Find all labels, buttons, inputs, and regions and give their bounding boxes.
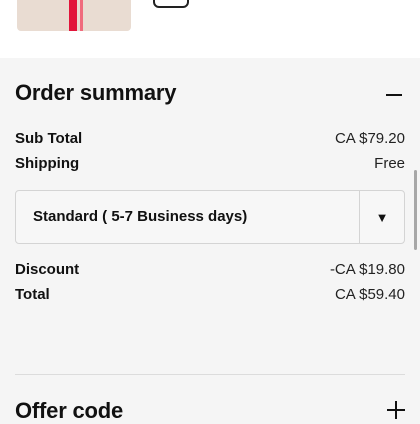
order-summary-header: Order summary: [15, 80, 406, 110]
sub-total-row: Sub Total CA $79.20: [15, 130, 405, 150]
scrollbar-thumb[interactable]: [414, 170, 417, 250]
sub-total-label: Sub Total: [15, 130, 83, 147]
total-value: CA $59.40: [334, 286, 405, 303]
shipping-row: Shipping Free: [15, 155, 405, 175]
section-divider: [15, 374, 405, 375]
plus-icon-vertical: [395, 401, 397, 419]
shipping-method-select[interactable]: Standard ( 5-7 Business days) ▼: [15, 190, 405, 244]
discount-row: Discount -CA $19.80: [15, 261, 405, 281]
minus-icon[interactable]: [384, 85, 406, 105]
discount-label: Discount: [15, 261, 80, 278]
total-label: Total: [15, 286, 50, 303]
shipping-method-selected: Standard ( 5-7 Business days): [33, 208, 248, 225]
quantity-control-icon[interactable]: [153, 0, 189, 8]
plus-icon[interactable]: [386, 400, 406, 420]
discount-value: -CA $19.80: [329, 261, 405, 278]
shipping-label: Shipping: [15, 155, 80, 172]
shipping-value: Free: [374, 155, 405, 172]
product-thumbnail[interactable]: [17, 0, 131, 31]
ribbon-highlight: [80, 0, 83, 31]
offer-code-title[interactable]: Offer code: [15, 398, 123, 424]
caret-down-icon[interactable]: ▼: [360, 191, 404, 243]
sub-total-value: CA $79.20: [334, 130, 405, 147]
minus-icon-bar: [386, 94, 402, 96]
cart-item-strip: [0, 0, 420, 58]
ribbon-graphic: [69, 0, 77, 31]
order-summary-title: Order summary: [15, 80, 177, 105]
total-row: Total CA $59.40: [15, 286, 405, 306]
